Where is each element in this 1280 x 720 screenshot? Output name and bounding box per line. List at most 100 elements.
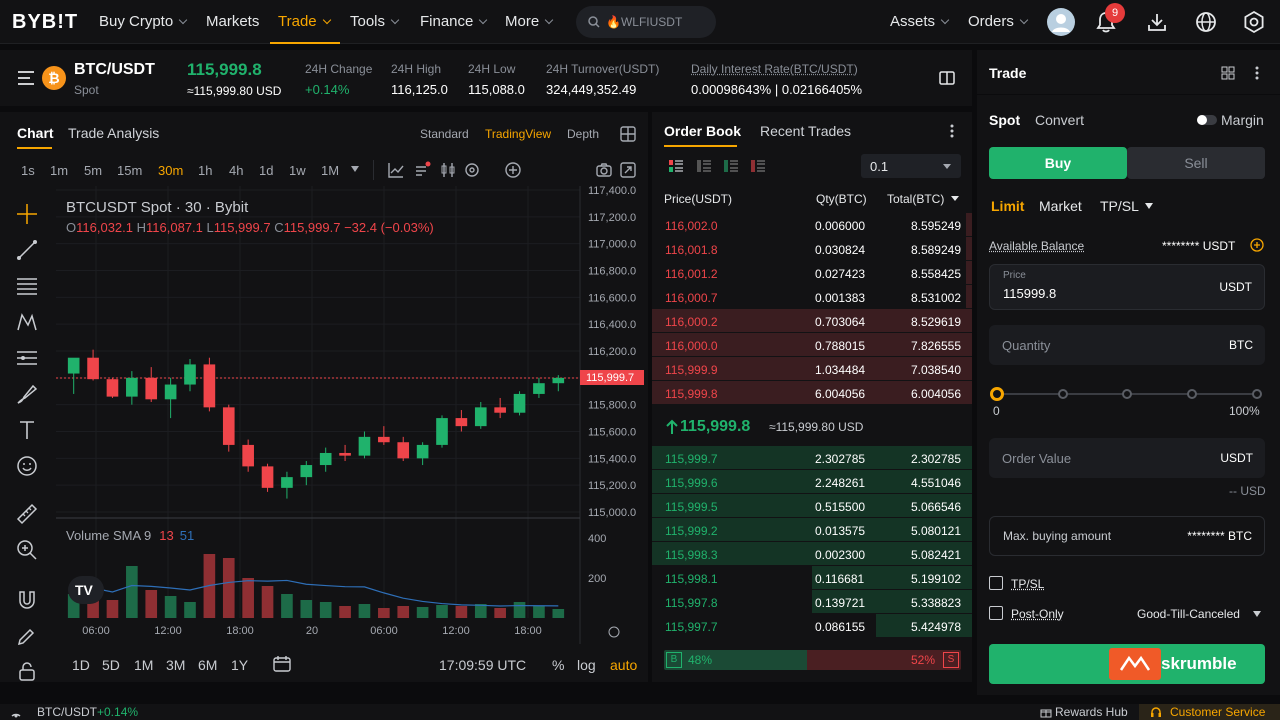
layout-grid-icon[interactable] (620, 126, 636, 142)
post-only-label[interactable]: Post-Only (1011, 607, 1064, 621)
time-in-force-select[interactable]: Good-Till-Canceled (1137, 607, 1240, 621)
tab-trade-analysis[interactable]: Trade Analysis (68, 125, 159, 141)
tf-30m[interactable]: 30m (158, 163, 183, 178)
total-dropdown-icon[interactable] (951, 196, 959, 201)
nav-markets[interactable]: Markets (206, 13, 259, 30)
ask-row[interactable]: 116,000.0 0.788015 7.826555 (652, 333, 972, 357)
range-5D[interactable]: 5D (102, 657, 120, 673)
tf-1d[interactable]: 1d (259, 163, 273, 178)
ask-row[interactable]: 116,001.8 0.030824 8.589249 (652, 237, 972, 261)
slider-step-75[interactable] (1187, 389, 1197, 399)
tab-order-book[interactable]: Order Book (664, 123, 741, 139)
range-6M[interactable]: 6M (198, 657, 217, 673)
compare-icon[interactable] (414, 160, 432, 178)
chart-clock[interactable]: 17:09:59 UTC (439, 657, 526, 673)
lock-icon[interactable] (15, 660, 39, 682)
emoji-icon[interactable] (15, 454, 39, 478)
scale-percent[interactable]: % (552, 657, 564, 673)
range-1D[interactable]: 1D (72, 657, 90, 673)
sell-tab-button[interactable]: Sell (1127, 147, 1265, 179)
ask-row[interactable]: 116,000.2 0.703064 8.529619 (652, 309, 972, 333)
bid-row[interactable]: 115,999.2 0.013575 5.080121 (652, 518, 972, 542)
order-type-market[interactable]: Market (1039, 198, 1082, 214)
buy-submit-button[interactable]: skrumble (989, 644, 1265, 684)
trade-more-icon[interactable] (1253, 65, 1261, 81)
tif-dropdown-icon[interactable] (1253, 611, 1261, 617)
tf-1M[interactable]: 1M (321, 163, 339, 178)
price-chart[interactable]: 117,400.0 117,200.0 117,000.0 116,800.0 116,… (56, 186, 648, 644)
ruler-icon[interactable] (15, 502, 39, 526)
add-indicator-icon[interactable] (505, 162, 521, 178)
text-tool-icon[interactable] (15, 418, 39, 442)
ask-row[interactable]: 116,000.7 0.001383 8.531002 (652, 285, 972, 309)
view-depth[interactable]: Depth (567, 127, 599, 141)
layout-toggle-icon[interactable] (939, 71, 955, 85)
footer-pair[interactable]: BTC/USDT (37, 705, 97, 719)
order-type-tpsl[interactable]: TP/SL (1100, 198, 1139, 214)
indicator-chart-icon[interactable] (388, 162, 404, 178)
deposit-plus-icon[interactable] (1250, 238, 1264, 252)
nav-tools[interactable]: Tools (350, 13, 400, 30)
forecast-icon[interactable] (15, 346, 39, 370)
more-vertical-icon[interactable] (948, 123, 956, 139)
price-field[interactable]: Price 115999.8 USDT (989, 264, 1265, 310)
tpsl-checkbox[interactable] (989, 576, 1003, 590)
bid-row[interactable]: 115,999.5 0.515500 5.066546 (652, 494, 972, 518)
margin-toggle[interactable] (1197, 115, 1217, 125)
slider-step-25[interactable] (1058, 389, 1068, 399)
fib-lines-icon[interactable] (15, 274, 39, 298)
tf-dropdown-caret[interactable] (351, 166, 359, 172)
range-3M[interactable]: 3M (166, 657, 185, 673)
buy-tab-button[interactable]: Buy (989, 147, 1127, 179)
tf-1m[interactable]: 1m (50, 163, 68, 178)
pattern-icon[interactable] (15, 310, 39, 334)
nav-buy-crypto[interactable]: Buy Crypto (99, 13, 188, 30)
bid-row[interactable]: 115,998.3 0.002300 5.082421 (652, 542, 972, 566)
quantity-field[interactable]: Quantity BTC (989, 325, 1265, 365)
tpsl-checkbox-label[interactable]: TP/SL (1011, 577, 1044, 591)
order-value-field[interactable]: Order Value USDT (989, 438, 1265, 478)
search-box[interactable]: 🔥WLFIUSDT (576, 6, 716, 38)
stat-interest-label[interactable]: Daily Interest Rate(BTC/USDT) (691, 62, 858, 76)
axis-settings-icon[interactable] (608, 626, 620, 638)
ask-row[interactable]: 115,999.9 1.034484 7.038540 (652, 357, 972, 381)
tf-15m[interactable]: 15m (117, 163, 142, 178)
scale-auto[interactable]: auto (610, 657, 637, 673)
tf-5m[interactable]: 5m (84, 163, 102, 178)
nav-trade[interactable]: Trade (278, 13, 331, 30)
scale-log[interactable]: log (577, 657, 596, 673)
mode-spot[interactable]: Spot (989, 112, 1020, 128)
ask-row[interactable]: 115,999.8 6.004056 6.004056 (652, 381, 972, 405)
nav-assets[interactable]: Assets (890, 13, 950, 30)
draw-lock-icon[interactable] (15, 624, 39, 648)
bid-row[interactable]: 115,998.1 0.116681 5.199102 (652, 566, 972, 590)
view-grid-icon[interactable] (696, 159, 712, 173)
post-only-checkbox[interactable] (989, 606, 1003, 620)
bid-row[interactable]: 115,999.6 2.248261 4.551046 (652, 470, 972, 494)
settings-gear-icon[interactable] (1242, 10, 1266, 34)
tf-1s[interactable]: 1s (21, 163, 35, 178)
bid-row[interactable]: 115,997.7 0.086155 5.424978 (652, 614, 972, 638)
chart-settings-icon[interactable] (464, 162, 480, 178)
view-tradingview[interactable]: TradingView (485, 127, 551, 141)
customer-service-button[interactable]: Customer Service (1139, 704, 1280, 720)
rewards-hub-link[interactable]: Rewards Hub (1055, 705, 1128, 719)
brush-icon[interactable] (15, 382, 39, 406)
avatar[interactable] (1047, 8, 1075, 36)
nav-more[interactable]: More (505, 13, 554, 30)
trend-line-icon[interactable] (15, 238, 39, 262)
view-bids-icon[interactable] (723, 159, 739, 173)
nav-orders[interactable]: Orders (968, 13, 1029, 30)
bybit-logo[interactable]: BYB!T (12, 11, 78, 34)
available-balance-label[interactable]: Available Balance (989, 239, 1084, 253)
ask-row[interactable]: 116,001.2 0.027423 8.558425 (652, 261, 972, 285)
tf-1w[interactable]: 1w (289, 163, 306, 178)
order-type-limit[interactable]: Limit (991, 198, 1024, 214)
tab-recent-trades[interactable]: Recent Trades (760, 123, 851, 139)
menu-icon[interactable] (17, 70, 35, 86)
margin-label[interactable]: Margin (1221, 112, 1264, 128)
magnet-icon[interactable] (15, 588, 39, 612)
range-1M[interactable]: 1M (134, 657, 153, 673)
candle-type-icon[interactable] (440, 162, 456, 178)
mode-convert[interactable]: Convert (1035, 112, 1084, 128)
